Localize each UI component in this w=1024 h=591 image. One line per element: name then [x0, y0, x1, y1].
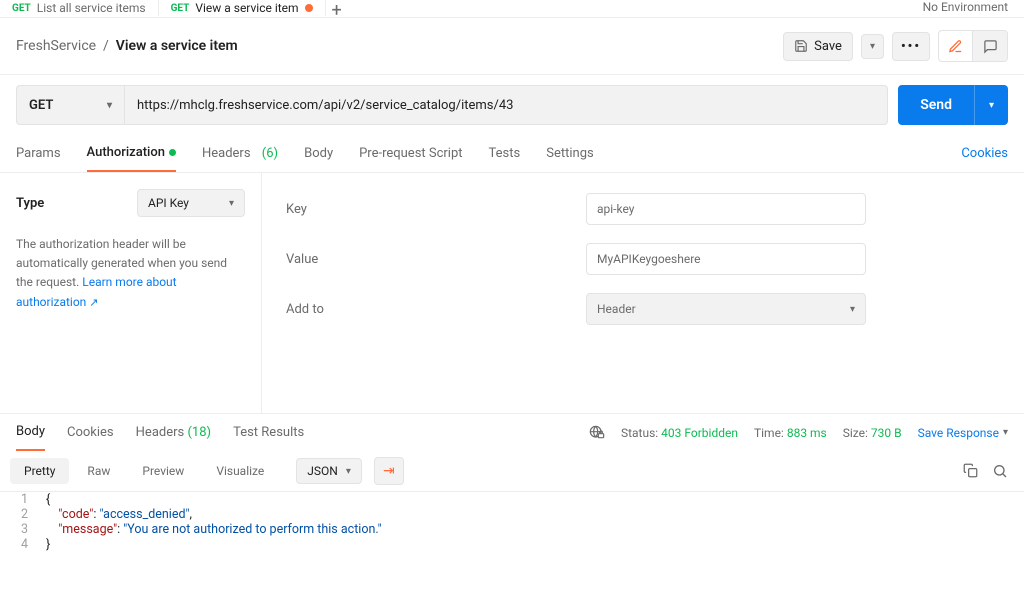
auth-fields: Key api-key Value MyAPIKeygoeshere Add t… [262, 173, 1024, 413]
line-number: 4 [0, 537, 40, 552]
send-dropdown-button[interactable]: ▾ [974, 85, 1008, 125]
line-number: 2 [0, 507, 40, 522]
ellipsis-icon: ••• [901, 39, 921, 54]
resp-tab-tests[interactable]: Test Results [233, 415, 304, 450]
save-label: Save [814, 39, 842, 54]
cookies-link[interactable]: Cookies [961, 136, 1008, 171]
request-tabs: Params Authorization Headers (6) Body Pr… [0, 135, 1024, 173]
edit-button[interactable] [939, 31, 973, 61]
tab-label: View a service item [195, 1, 298, 15]
response-subtabs: Pretty Raw Preview Visualize JSON ▾ ⇥ [0, 451, 1024, 492]
save-button[interactable]: Save [783, 32, 853, 61]
tab-authorization[interactable]: Authorization [87, 135, 176, 172]
key-label: Key [286, 202, 586, 217]
line-number: 3 [0, 522, 40, 537]
comment-icon [983, 39, 998, 54]
comments-button[interactable] [973, 31, 1007, 61]
save-icon [794, 39, 808, 53]
addto-value: Header [597, 302, 636, 316]
chevron-down-icon: ▾ [107, 100, 112, 111]
tab-body[interactable]: Body [304, 136, 333, 171]
environment-selector[interactable]: No Environment [907, 0, 1024, 14]
external-link-icon: ↗ [89, 296, 98, 309]
auth-type-label: Type [16, 196, 44, 211]
search-button[interactable] [992, 463, 1008, 479]
chevron-down-icon: ▾ [850, 304, 855, 315]
size-readout: Size: 730 B [843, 426, 902, 440]
active-indicator-icon [169, 149, 176, 156]
chevron-down-icon: ▾ [1003, 427, 1008, 438]
value-input[interactable]: MyAPIKeygoeshere [586, 243, 866, 275]
breadcrumb-item: View a service item [116, 38, 238, 54]
tab-method-badge: GET [171, 3, 190, 14]
save-response-button[interactable]: Save Response ▾ [918, 426, 1008, 440]
auth-sidebar: Type API Key ▾ The authorization header … [0, 173, 262, 413]
new-tab-button[interactable]: + [326, 0, 348, 21]
chevron-down-icon: ▾ [989, 100, 994, 111]
subtab-preview[interactable]: Preview [128, 458, 198, 484]
key-input[interactable]: api-key [586, 193, 866, 225]
auth-type-value: API Key [148, 196, 189, 210]
status-readout: Status: 403 Forbidden [621, 426, 738, 440]
resp-tab-body[interactable]: Body [16, 414, 45, 451]
send-button[interactable]: Send [898, 85, 974, 125]
request-url-row: GET ▾ https://mhclg.freshservice.com/api… [0, 75, 1024, 135]
subtab-pretty[interactable]: Pretty [10, 458, 69, 484]
pencil-icon [948, 39, 963, 54]
resp-tab-headers[interactable]: Headers (18) [136, 415, 211, 450]
subtab-raw[interactable]: Raw [73, 458, 124, 484]
subtab-visualize[interactable]: Visualize [202, 458, 278, 484]
http-method-select[interactable]: GET ▾ [16, 85, 124, 125]
breadcrumb-collection[interactable]: FreshService / [16, 38, 116, 54]
more-actions-button[interactable]: ••• [892, 32, 930, 61]
network-icon[interactable] [589, 425, 605, 441]
side-tools [938, 30, 1008, 62]
tab-method-badge: GET [12, 3, 31, 14]
save-dropdown-button[interactable]: ▾ [861, 34, 884, 59]
chevron-down-icon: ▾ [229, 198, 234, 209]
url-input[interactable]: https://mhclg.freshservice.com/api/v2/se… [124, 85, 888, 125]
auth-type-select[interactable]: API Key ▾ [137, 189, 245, 217]
auth-panel: Type API Key ▾ The authorization header … [0, 173, 1024, 413]
tab-tests[interactable]: Tests [489, 136, 521, 171]
unsaved-dot-icon [305, 4, 313, 12]
wrap-icon: ⇥ [383, 463, 395, 479]
auth-description: The authorization header will be automat… [16, 235, 245, 312]
tab-headers[interactable]: Headers (6) [202, 136, 278, 171]
method-value: GET [29, 98, 53, 113]
breadcrumb-row: FreshService / View a service item Save … [0, 18, 1024, 75]
value-label: Value [286, 252, 586, 267]
copy-button[interactable] [963, 463, 978, 479]
tab-settings[interactable]: Settings [546, 136, 593, 171]
tab-prev[interactable]: GET List all service items [0, 0, 159, 16]
chevron-down-icon: ▾ [870, 41, 875, 52]
response-lang-select[interactable]: JSON ▾ [296, 458, 362, 484]
response-body[interactable]: 1{ 2 "code": "access_denied", 3 "message… [0, 492, 1024, 552]
tab-label: List all service items [37, 1, 146, 15]
tab-active[interactable]: GET View a service item [159, 0, 326, 16]
response-tabs: Body Cookies Headers (18) Test Results S… [0, 413, 1024, 451]
chevron-down-icon: ▾ [346, 466, 351, 477]
line-number: 1 [0, 492, 40, 507]
resp-tab-cookies[interactable]: Cookies [67, 415, 114, 450]
tab-params[interactable]: Params [16, 136, 61, 171]
tab-prerequest[interactable]: Pre-request Script [359, 136, 462, 171]
open-tabs: GET List all service items GET View a se… [0, 0, 1024, 18]
wrap-lines-button[interactable]: ⇥ [374, 457, 404, 485]
time-readout: Time: 883 ms [754, 426, 827, 440]
addto-select[interactable]: Header ▾ [586, 293, 866, 325]
addto-label: Add to [286, 302, 586, 317]
